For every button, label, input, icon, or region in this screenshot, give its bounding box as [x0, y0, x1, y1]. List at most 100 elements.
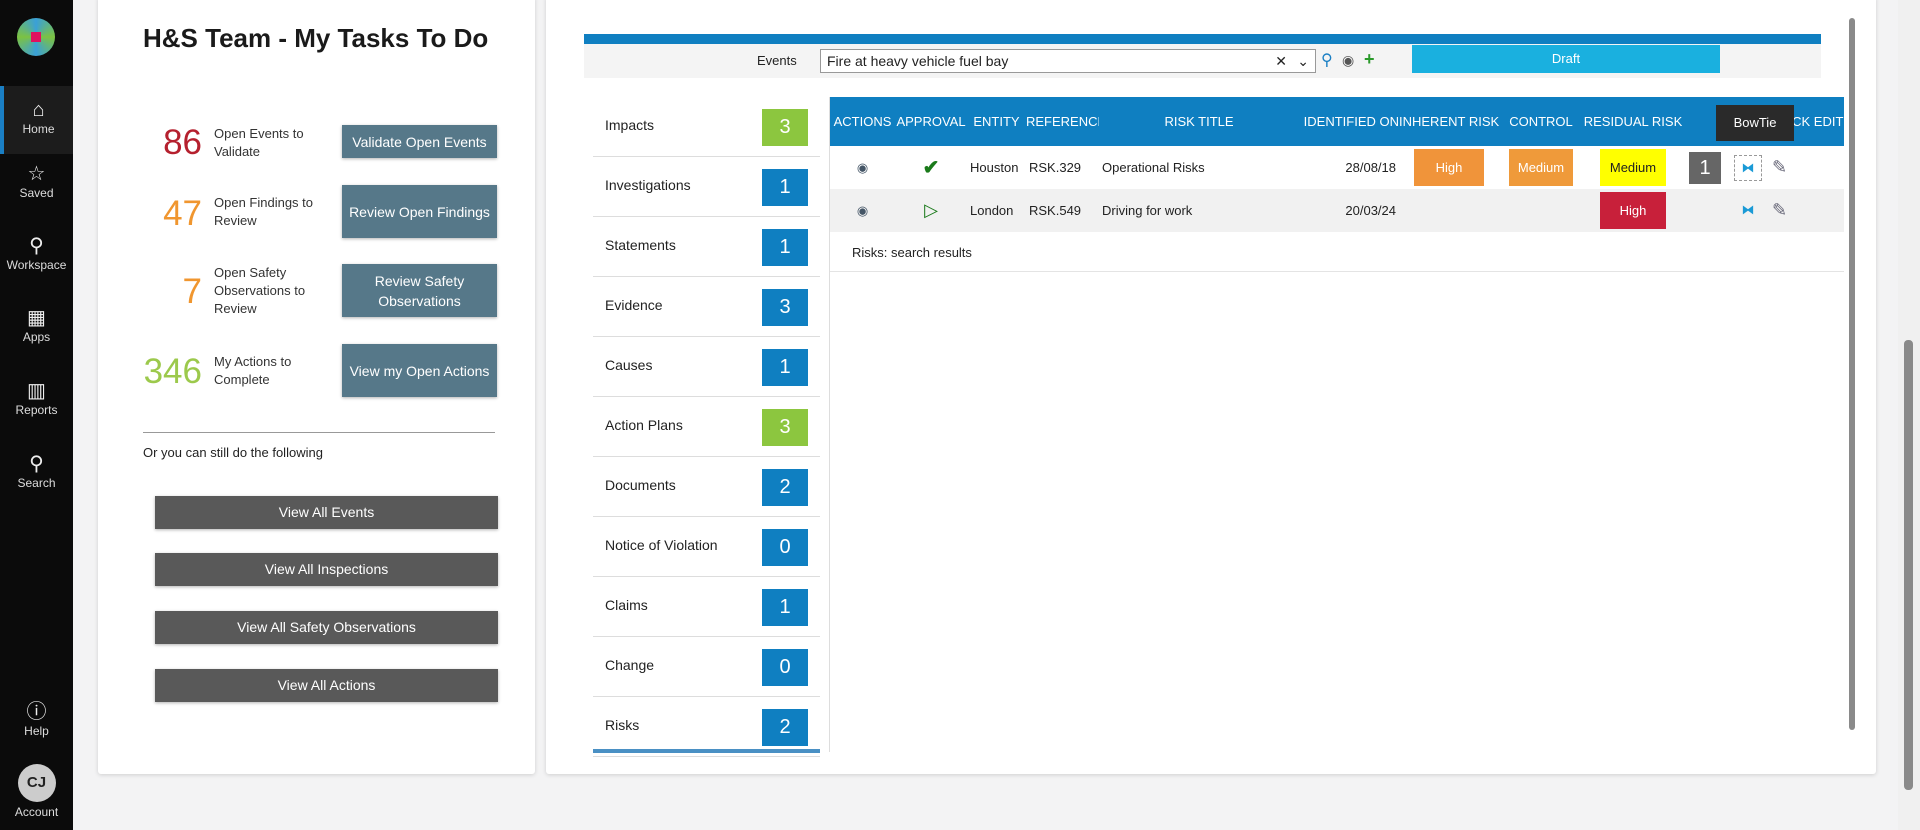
- event-select-value: Fire at heavy vehicle fuel bay: [827, 53, 1009, 69]
- control-badge: Medium: [1509, 149, 1573, 186]
- category-item[interactable]: Evidence 3: [593, 277, 820, 337]
- sidebar-item-search[interactable]: ⚲ Search: [0, 452, 73, 490]
- review-safety-observations-button[interactable]: Review Safety Observations: [342, 264, 497, 317]
- play-icon: ▷: [924, 200, 938, 220]
- category-item[interactable]: Notice of Violation 0: [593, 517, 820, 577]
- search-icon[interactable]: ⚲: [1321, 50, 1333, 70]
- col-approval[interactable]: APPROVAL: [895, 97, 967, 146]
- category-count: 1: [762, 169, 808, 206]
- inherent-risk-badge: High: [1414, 149, 1484, 186]
- inner-scrollbar[interactable]: [1846, 0, 1858, 760]
- event-header-bar: [584, 34, 1821, 44]
- quick-edit-icon[interactable]: ✎: [1772, 200, 1787, 220]
- view-open-actions-button[interactable]: View my Open Actions: [342, 344, 497, 397]
- category-label: Investigations: [605, 177, 691, 193]
- nav-label: Help: [24, 724, 49, 738]
- col-entity[interactable]: ENTITY: [967, 97, 1026, 146]
- page-title: H&S Team - My Tasks To Do: [143, 23, 489, 53]
- sidebar-item-help[interactable]: ⓘ Help: [0, 700, 73, 738]
- category-item[interactable]: Investigations 1: [593, 157, 820, 217]
- table-footer: Risks: search results: [852, 245, 972, 260]
- category-count: 0: [762, 649, 808, 686]
- sidebar-item-apps[interactable]: ▦ Apps: [0, 306, 73, 344]
- entity: Houston: [970, 160, 1019, 175]
- nav-label: Home: [22, 122, 55, 136]
- identified-on: 20/03/24: [1299, 189, 1399, 232]
- view-all-events-button[interactable]: View All Events: [155, 496, 498, 529]
- category-item[interactable]: Change 0: [593, 637, 820, 697]
- category-item[interactable]: Risks 2: [593, 697, 820, 757]
- bowtie-icon[interactable]: ⧓: [1734, 198, 1762, 224]
- event-select[interactable]: Fire at heavy vehicle fuel bay ✕ ⌄: [820, 49, 1316, 73]
- category-label: Claims: [605, 597, 648, 613]
- category-item[interactable]: Statements 1: [593, 217, 820, 277]
- category-count: 3: [762, 409, 808, 446]
- col-actions[interactable]: ACTIONS: [830, 97, 895, 146]
- events-label: Events: [757, 53, 797, 68]
- clear-icon[interactable]: ✕: [1275, 50, 1287, 72]
- category-count: 1: [762, 589, 808, 626]
- category-item[interactable]: Documents 2: [593, 457, 820, 517]
- app-logo[interactable]: [17, 18, 55, 56]
- bowtie-tooltip: BowTie: [1716, 105, 1794, 141]
- divider: [143, 432, 495, 433]
- sidebar-item-account[interactable]: CJ Account: [0, 764, 73, 819]
- category-item[interactable]: Claims 1: [593, 577, 820, 637]
- sidebar-item-saved[interactable]: ☆ Saved: [0, 162, 73, 200]
- category-label: Causes: [605, 357, 653, 373]
- stat-label: Open Findings to Review: [214, 195, 314, 228]
- sidebar-item-workspace[interactable]: ⚲ Workspace: [0, 234, 73, 272]
- stat-count: 47: [163, 194, 202, 233]
- help-icon: ⓘ: [26, 701, 47, 723]
- quick-edit-icon[interactable]: ✎: [1772, 157, 1787, 177]
- sidebar-item-home[interactable]: ⌂ Home: [0, 86, 73, 154]
- col-identified-on[interactable]: IDENTIFIED ON: [1299, 97, 1399, 146]
- footer-line: [830, 271, 1844, 272]
- validate-open-events-button[interactable]: Validate Open Events: [342, 125, 497, 158]
- category-item[interactable]: Action Plans 3: [593, 397, 820, 457]
- risks-table: ACTIONS APPROVAL ENTITY REFERENCE RISK T…: [830, 97, 1844, 232]
- col-residual-risk[interactable]: RESIDUAL RISK: [1583, 97, 1683, 146]
- risk-title[interactable]: Driving for work: [1099, 189, 1299, 232]
- view-all-safety-observations-button[interactable]: View All Safety Observations: [155, 611, 498, 644]
- add-icon[interactable]: +: [1364, 49, 1375, 70]
- category-item[interactable]: Impacts 3: [593, 97, 820, 157]
- nav-label: Apps: [22, 330, 51, 344]
- bowtie-icon[interactable]: ⧓: [1734, 154, 1762, 181]
- chevron-down-icon[interactable]: ⌄: [1297, 50, 1309, 72]
- nav-label: Search: [17, 476, 56, 490]
- sidebar-item-reports[interactable]: ▥ Reports: [0, 379, 73, 417]
- col-risk-title[interactable]: RISK TITLE: [1099, 97, 1299, 146]
- category-label: Notice of Violation: [605, 537, 718, 553]
- stat-count: 86: [163, 123, 202, 162]
- chart-icon: ▥: [27, 380, 46, 402]
- category-count: 1: [762, 229, 808, 266]
- view-icon[interactable]: ◉: [857, 203, 868, 218]
- review-open-findings-button[interactable]: Review Open Findings: [342, 185, 497, 238]
- grid-icon: ▦: [27, 307, 46, 329]
- view-icon[interactable]: ◉: [857, 160, 868, 175]
- view-all-inspections-button[interactable]: View All Inspections: [155, 553, 498, 586]
- stat-count: 346: [143, 352, 202, 391]
- view-all-actions-button[interactable]: View All Actions: [155, 669, 498, 702]
- category-label: Documents: [605, 477, 676, 493]
- view-icon[interactable]: ◉: [1342, 52, 1354, 69]
- category-item[interactable]: Causes 1: [593, 337, 820, 397]
- col-reference[interactable]: REFERENCE: [1026, 97, 1099, 146]
- entity: London: [967, 189, 1026, 232]
- check-icon: ✔: [922, 157, 940, 179]
- star-icon: ☆: [27, 163, 46, 185]
- category-label: Risks: [605, 717, 640, 733]
- page-scrollbar[interactable]: [1898, 0, 1920, 830]
- risk-title[interactable]: Operational Risks: [1099, 146, 1299, 189]
- reference[interactable]: RSK.329: [1026, 146, 1099, 189]
- col-control[interactable]: CONTROL: [1499, 97, 1583, 146]
- nav-label: Reports: [15, 403, 58, 417]
- sidebar: ⌂ Home ☆ Saved ⚲ Workspace ▦ Apps ▥ Reports ⚲…: [0, 0, 73, 830]
- reference[interactable]: RSK.549: [1026, 189, 1099, 232]
- table-row: ◉ ▷ London RSK.549 Driving for work 20/0…: [830, 189, 1844, 232]
- category-count: 2: [762, 469, 808, 506]
- count-badge: 1: [1689, 151, 1721, 184]
- stat-label: Open Events to Validate: [214, 126, 304, 159]
- col-inherent-risk[interactable]: INHERENT RISK: [1399, 97, 1499, 146]
